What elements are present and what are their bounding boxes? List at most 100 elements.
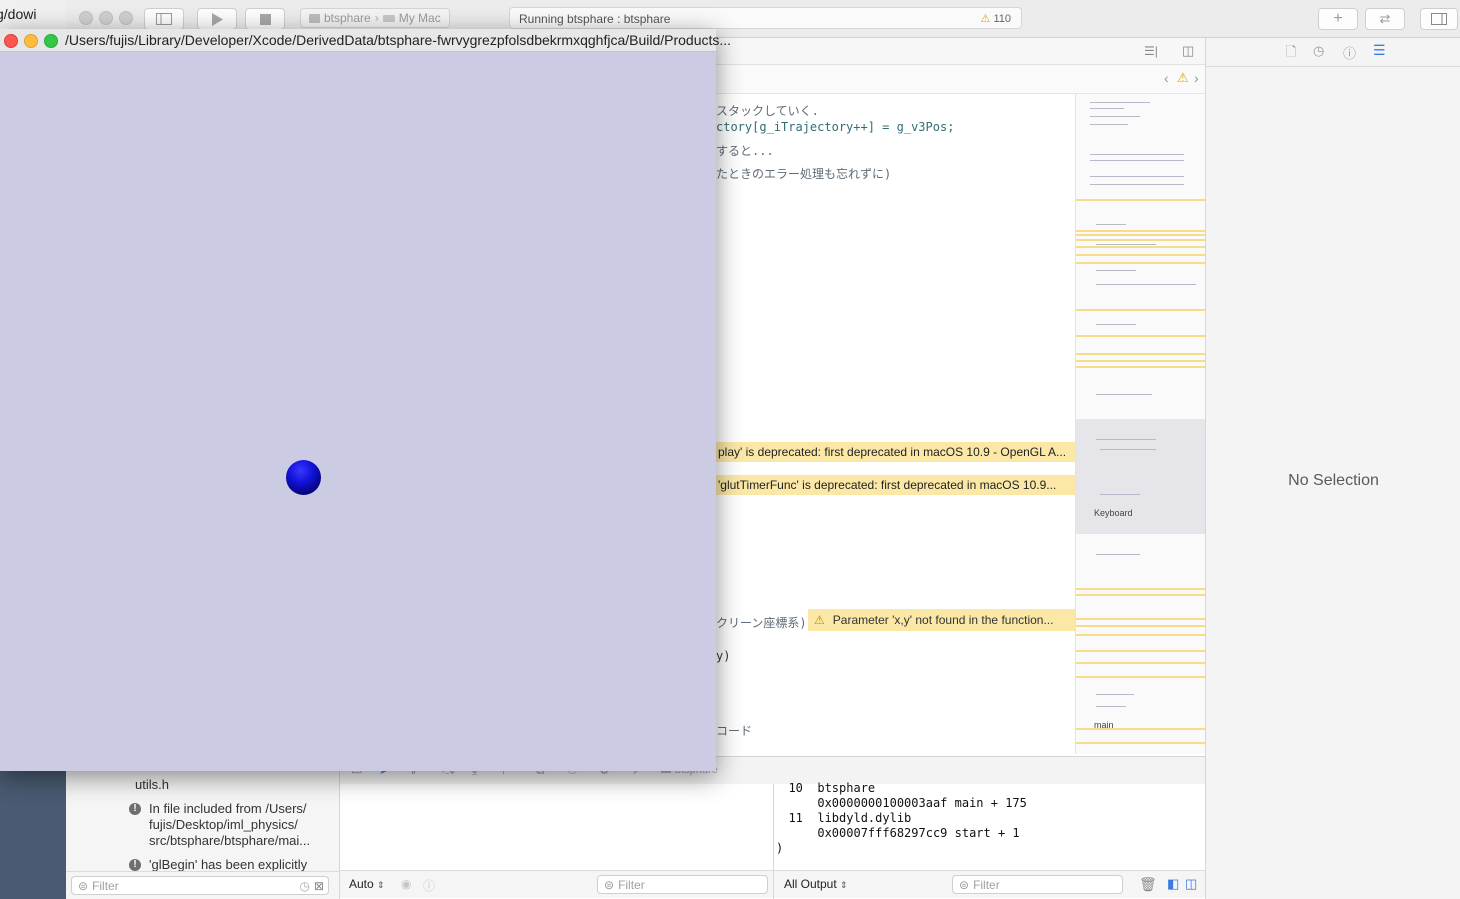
- editor-tab-bar: ☰| ◫: [716, 38, 1205, 65]
- navigator-filter-bar: ⊜ Filter ◷ ⊠: [66, 871, 339, 899]
- issue-annotation[interactable]: 'glutTimerFunc' is deprecated: first dep…: [716, 475, 1075, 495]
- warning-count-badge[interactable]: ⚠ 110: [981, 12, 1011, 25]
- issue-warning-icon[interactable]: ⚠: [1177, 70, 1189, 86]
- filter-icon: ⊜: [78, 878, 89, 893]
- info-icon[interactable]: ⓘ: [423, 877, 435, 894]
- help-icon[interactable]: ⓘ: [1343, 43, 1356, 62]
- code-line: コード: [716, 724, 753, 738]
- background-url-fragment: g/dowi: [0, 6, 37, 22]
- show-variables-icon[interactable]: ◧: [1167, 876, 1179, 892]
- code-line: すると...: [716, 144, 774, 158]
- console-line: 0x00007fff68297cc9 start + 1: [774, 826, 1020, 840]
- chevron-right-icon: ›: [374, 11, 379, 25]
- issue-item[interactable]: In file included from /Users/ fujis/Desk…: [149, 801, 310, 849]
- console-line: ): [776, 841, 784, 855]
- toggle-navigator-button[interactable]: [144, 8, 184, 30]
- navigator-filter-input[interactable]: ⊜ Filter ◷ ⊠: [71, 876, 329, 895]
- filter-icon: ⊜: [959, 877, 970, 892]
- split-editor-icon[interactable]: ◫: [1182, 43, 1194, 59]
- console-filter-input[interactable]: ⊜ Filter: [952, 875, 1123, 894]
- minimize-window-button[interactable]: [24, 34, 38, 48]
- console-view[interactable]: 10 btsphare 0x0000000100003aaf main + 17…: [774, 781, 1205, 899]
- show-console-icon[interactable]: ◫: [1185, 876, 1197, 892]
- stop-button[interactable]: [245, 8, 285, 30]
- warning-triangle-icon: ⚠: [814, 613, 825, 627]
- background-window-strip: g/dowi: [0, 0, 66, 29]
- previous-issue-icon[interactable]: ‹: [1164, 70, 1169, 86]
- minimize-window-button[interactable]: [99, 11, 113, 25]
- play-icon: [212, 12, 223, 26]
- filter-placeholder: Filter: [618, 877, 645, 892]
- destination-icon: [382, 14, 395, 22]
- sidebar-right-icon: [1431, 13, 1447, 25]
- zoom-window-button[interactable]: [44, 34, 58, 48]
- issue-filter-icon[interactable]: ⊠: [314, 879, 324, 893]
- jump-bar: ‹ ⚠ ›: [716, 65, 1205, 94]
- code-line: クリーン座標系): [716, 616, 807, 630]
- variables-filter-bar: Auto ⇕ ◉ ⓘ ⊜ Filter: [339, 870, 773, 898]
- scheme-selector[interactable]: btsphare › My Mac: [300, 8, 450, 28]
- code-line: ctory[g_iTrajectory++] = g_v3Pos;: [716, 120, 955, 134]
- error-icon: !: [129, 803, 141, 815]
- code-review-button[interactable]: ⇄: [1365, 8, 1405, 30]
- minimap-marker: main: [1094, 720, 1114, 730]
- warning-count: 110: [993, 13, 1011, 25]
- plus-icon: +: [1333, 10, 1343, 27]
- filter-placeholder: Filter: [973, 877, 1000, 892]
- run-button[interactable]: [197, 8, 237, 30]
- source-editor[interactable]: スタックしていく. ctory[g_iTrajectory++] = g_v3P…: [716, 94, 1075, 754]
- console-line: 10 btsphare: [774, 781, 876, 795]
- output-value: All Output: [784, 877, 837, 891]
- zoom-window-button[interactable]: [119, 11, 133, 25]
- issue-navigator[interactable]: utils.h ! In file included from /Users/ …: [66, 755, 340, 899]
- issue-item[interactable]: utils.h: [135, 777, 169, 793]
- glut-title-bar[interactable]: /Users/fujis/Library/Developer/Xcode/Der…: [0, 29, 731, 52]
- inspector-tabs: 🗋 ◷ ⓘ ☰: [1206, 38, 1460, 67]
- stop-icon: [259, 13, 271, 25]
- trash-icon[interactable]: 🗑: [1139, 876, 1157, 893]
- filter-placeholder: Filter: [92, 878, 119, 893]
- recent-filter-icon[interactable]: ◷: [299, 879, 309, 893]
- scope-value: Auto: [349, 877, 374, 891]
- swap-arrows-icon: ⇄: [1379, 11, 1391, 26]
- code-line: スタックしていく.: [716, 104, 819, 118]
- scheme-target: btsphare: [324, 11, 371, 25]
- sidebar-left-icon: [156, 13, 172, 25]
- activity-status: Running btsphare : btsphare: [519, 12, 671, 26]
- glut-window-title: /Users/fujis/Library/Developer/Xcode/Der…: [65, 32, 732, 48]
- console-filter-bar: All Output ⇕ ⊜ Filter 🗑 ◧ ◫: [774, 870, 1205, 898]
- scheme-destination: My Mac: [398, 11, 441, 25]
- inline-warning-text: Parameter 'x,y' not found in the functio…: [832, 613, 1054, 627]
- quick-look-icon[interactable]: ◉: [401, 877, 411, 891]
- output-selector[interactable]: All Output ⇕: [784, 877, 848, 891]
- filter-icon: ⊜: [604, 877, 615, 892]
- variables-view[interactable]: Auto ⇕ ◉ ⓘ ⊜ Filter: [339, 784, 774, 899]
- minimap[interactable]: Keyboard main: [1075, 94, 1206, 754]
- code-line: y): [716, 649, 731, 663]
- attributes-inspector-icon[interactable]: ☰: [1373, 42, 1386, 59]
- history-icon[interactable]: ◷: [1313, 43, 1324, 59]
- variables-filter-input[interactable]: ⊜ Filter: [597, 875, 768, 894]
- console-line: 11 libdyld.dylib: [774, 811, 912, 825]
- issue-annotation[interactable]: play' is deprecated: first deprecated in…: [716, 442, 1075, 462]
- scheme-icon: [309, 13, 320, 23]
- error-icon: !: [129, 859, 141, 871]
- minimap-marker: Keyboard: [1094, 508, 1133, 518]
- console-line: 0x0000000100003aaf main + 175: [774, 796, 1027, 810]
- rendered-sphere: [286, 460, 321, 495]
- code-line: たときのエラー処理も忘れずに): [716, 167, 892, 181]
- next-issue-icon[interactable]: ›: [1194, 70, 1199, 86]
- warning-triangle-icon: ⚠: [980, 13, 991, 25]
- toggle-inspector-button[interactable]: [1420, 8, 1458, 30]
- scope-selector[interactable]: Auto ⇕: [349, 877, 385, 891]
- inline-warning[interactable]: ⚠ Parameter 'x,y' not found in the functi…: [808, 609, 1075, 631]
- inspector-pane: 🗋 ◷ ⓘ ☰ No Selection: [1205, 38, 1460, 899]
- glut-window: /Users/fujis/Library/Developer/Xcode/Der…: [0, 29, 731, 771]
- updown-chevron-icon: ⇕: [377, 880, 385, 890]
- close-window-button[interactable]: [79, 11, 93, 25]
- file-inspector-icon[interactable]: 🗋: [1286, 43, 1296, 65]
- library-button[interactable]: +: [1318, 8, 1358, 30]
- close-window-button[interactable]: [4, 34, 18, 48]
- activity-view[interactable]: Running btsphare : btsphare ⚠ 110: [509, 7, 1022, 29]
- editor-options-icon[interactable]: ☰|: [1144, 44, 1158, 58]
